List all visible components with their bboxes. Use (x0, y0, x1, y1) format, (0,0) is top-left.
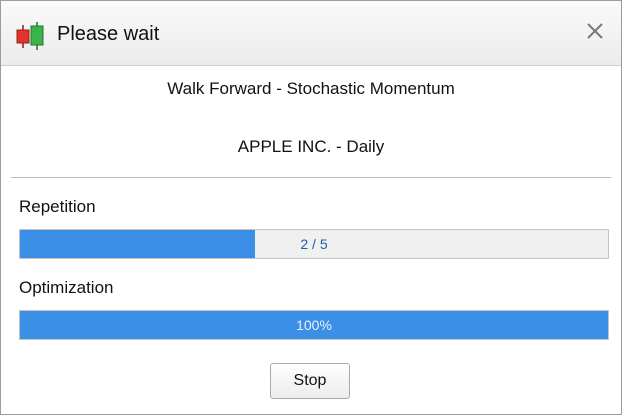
candlestick-chart-icon (13, 21, 47, 51)
repetition-progress-bar: 2 / 5 (19, 229, 609, 259)
window-title: Please wait (57, 23, 160, 45)
title-bar: Please wait (1, 1, 621, 66)
close-icon (585, 21, 605, 46)
repetition-label: Repetition (19, 197, 96, 216)
optimization-progress-bar: 100% (19, 310, 609, 340)
close-button[interactable] (575, 15, 615, 51)
repetition-progress-text: 2 / 5 (300, 236, 328, 252)
test-name: Walk Forward - Stochastic Momentum (167, 79, 455, 98)
optimization-label: Optimization (19, 278, 114, 297)
instrument-name: APPLE INC. - Daily (237, 137, 385, 156)
dialog-content: Walk Forward - Stochastic Momentum APPLE… (1, 66, 621, 414)
optimization-progress-text: 100% (296, 317, 332, 333)
please-wait-dialog: Please wait Walk Forward - Stochastic Mo… (0, 0, 622, 415)
stop-button[interactable]: Stop (270, 363, 350, 399)
divider (11, 177, 611, 178)
